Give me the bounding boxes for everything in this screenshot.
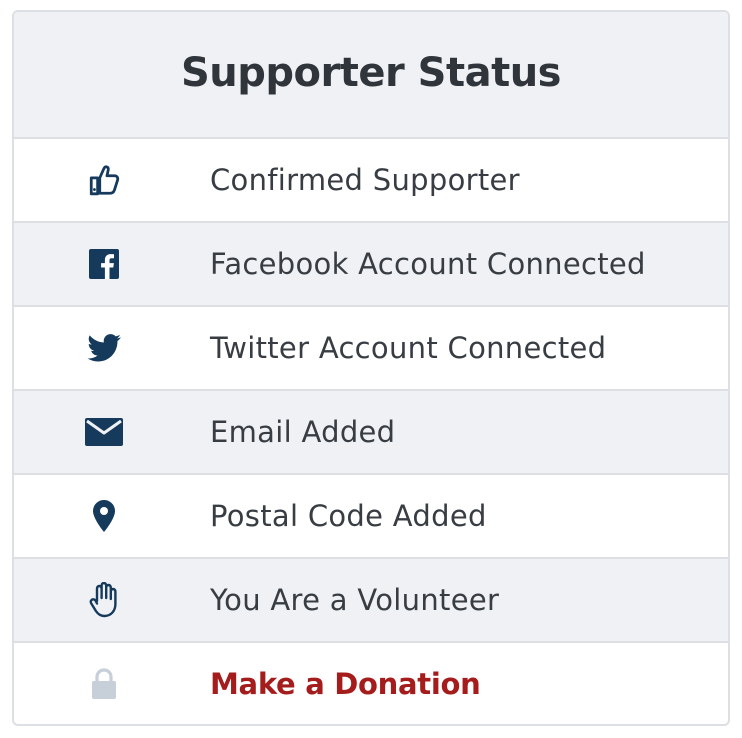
card-header: Supporter Status xyxy=(14,12,728,139)
envelope-icon xyxy=(14,418,194,446)
list-item-volunteer: You Are a Volunteer xyxy=(14,559,728,643)
list-item-postal-code: Postal Code Added xyxy=(14,475,728,559)
lock-icon xyxy=(14,668,194,700)
twitter-icon xyxy=(14,334,194,362)
list-item-twitter: Twitter Account Connected xyxy=(14,307,728,391)
list-item-label: Twitter Account Connected xyxy=(210,331,607,365)
list-item-label: Facebook Account Connected xyxy=(210,247,646,281)
make-donation-link[interactable]: Make a Donation xyxy=(210,667,481,701)
facebook-icon xyxy=(14,249,194,279)
list-item-label: Postal Code Added xyxy=(210,499,487,533)
status-list: Confirmed Supporter Facebook Account Con… xyxy=(14,139,728,724)
list-item-label: Confirmed Supporter xyxy=(210,163,520,197)
map-pin-icon xyxy=(14,500,194,532)
raised-hand-icon xyxy=(14,582,194,618)
list-item-confirmed-supporter: Confirmed Supporter xyxy=(14,139,728,223)
supporter-status-card: Supporter Status Confirmed Supporter Fac… xyxy=(12,10,730,726)
thumbs-up-icon xyxy=(14,163,194,197)
list-item-donation[interactable]: Make a Donation xyxy=(14,643,728,724)
list-item-label: Email Added xyxy=(210,415,396,449)
list-item-label: You Are a Volunteer xyxy=(210,583,500,617)
list-item-email: Email Added xyxy=(14,391,728,475)
list-item-facebook: Facebook Account Connected xyxy=(14,223,728,307)
card-title: Supporter Status xyxy=(181,49,562,96)
